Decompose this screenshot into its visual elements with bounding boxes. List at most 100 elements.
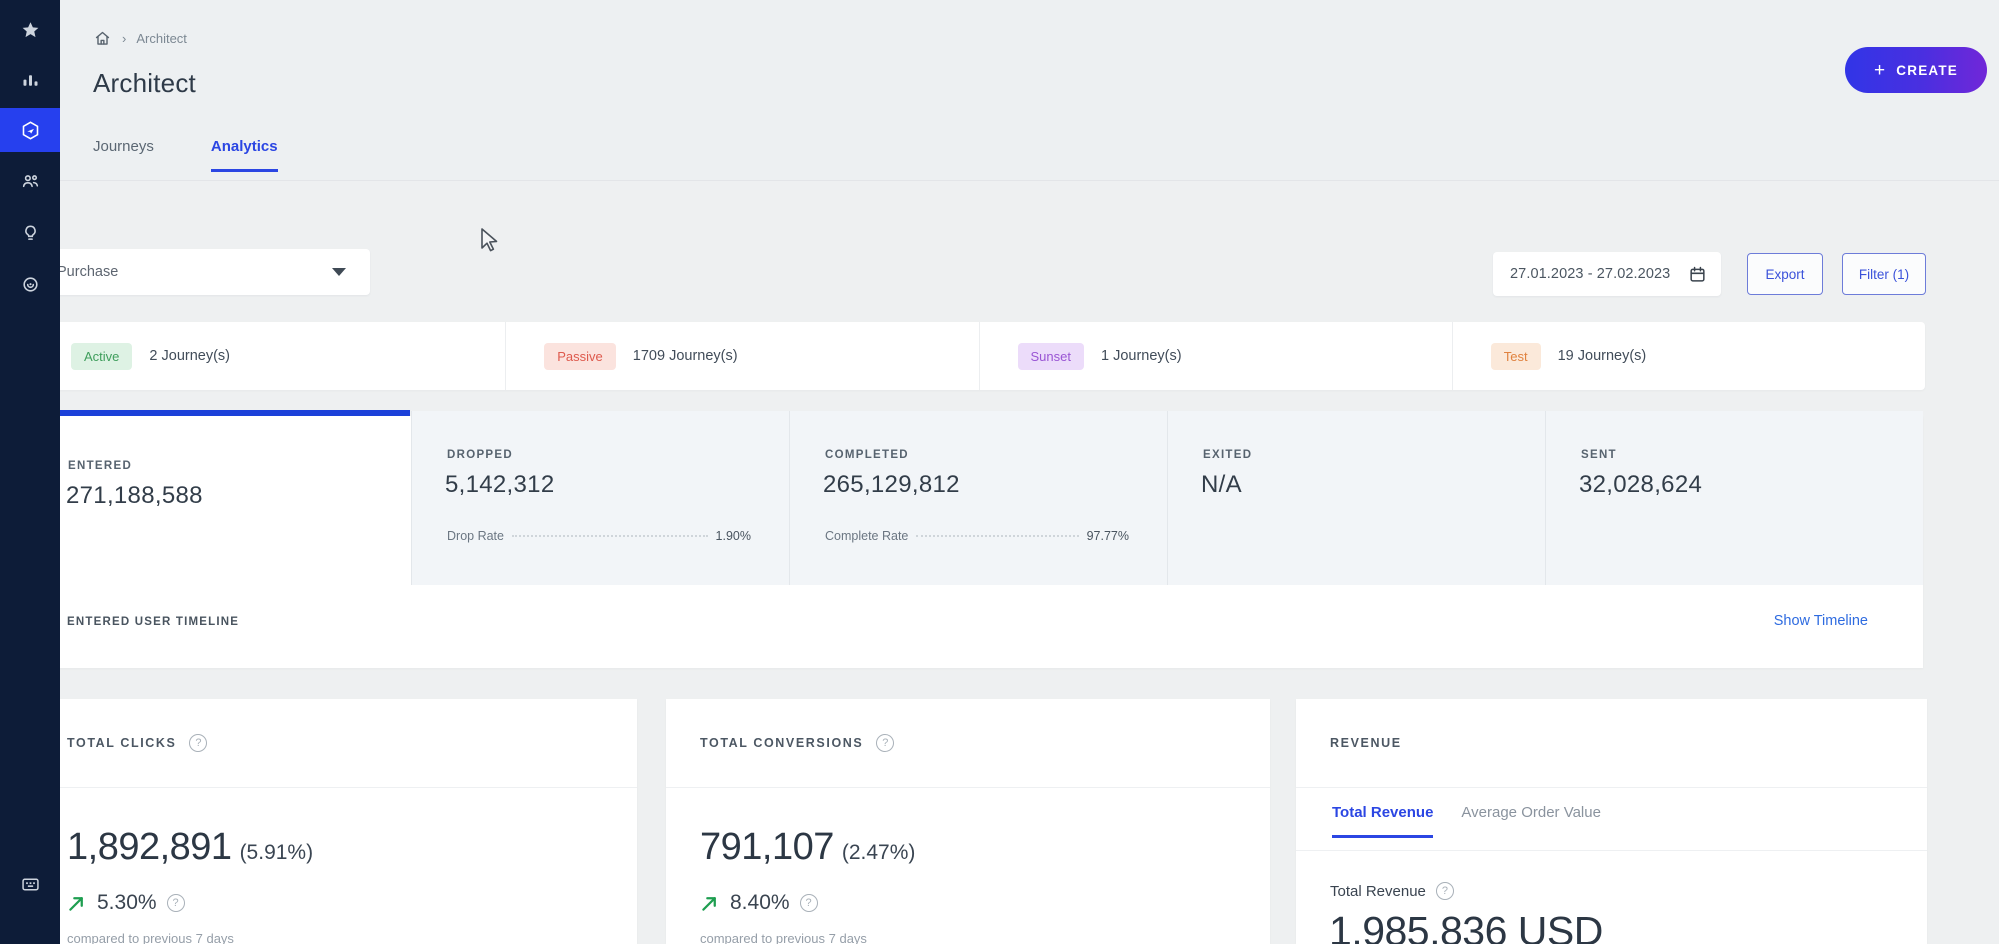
tab-total-revenue[interactable]: Total Revenue xyxy=(1332,804,1434,838)
help-icon[interactable]: ? xyxy=(799,894,818,912)
sidebar-item-apps[interactable] xyxy=(0,862,60,906)
apps-grid-icon xyxy=(21,878,39,890)
journey-count: 19 Journey(s) xyxy=(1557,348,1647,364)
journey-status-test: Test 19 Journey(s) xyxy=(1453,322,1925,390)
users-icon xyxy=(22,174,38,187)
journey-status-summary: Active 2 Journey(s) Passive 1709 Journey… xyxy=(33,322,1925,390)
home-icon[interactable] xyxy=(93,29,112,48)
revenue-metric-label: Total Revenue ? xyxy=(1330,882,1454,900)
sidebar-item-favorites[interactable] xyxy=(0,8,60,52)
tab-analytics[interactable]: Analytics xyxy=(210,138,278,172)
total-conversions-card: TOTAL CONVERSIONS ? 791,107 (2.47%) 8.40… xyxy=(666,699,1270,944)
stat-tab-sent[interactable]: SENT 32,028,624 xyxy=(1545,411,1923,585)
create-button-label: CREATE xyxy=(1896,62,1958,78)
stat-label: COMPLETED xyxy=(825,449,909,461)
dotted-leader xyxy=(916,535,1079,537)
metric-value: 1,892,891 xyxy=(67,826,232,868)
card-header: TOTAL CONVERSIONS ? xyxy=(666,699,1270,788)
status-badge: Sunset xyxy=(1017,342,1084,370)
goal-select-value: Purchase xyxy=(57,264,119,280)
metric-value: 791,107 xyxy=(700,826,834,868)
stat-value: 32,028,624 xyxy=(1579,471,1703,498)
journeys-hexagon-icon xyxy=(22,120,38,140)
lightbulb-icon xyxy=(24,225,36,240)
delta-value: 8.40% xyxy=(730,891,790,914)
revenue-metric-label-text: Total Revenue xyxy=(1330,882,1426,900)
journey-count: 2 Journey(s) xyxy=(149,348,230,364)
entered-user-timeline-title: ENTERED USER TIMELINE xyxy=(67,616,240,628)
page-tabs: Journeys Analytics xyxy=(93,138,278,172)
divider xyxy=(1296,850,1927,851)
help-icon[interactable]: ? xyxy=(189,734,208,752)
revenue-metric-value: 1,985,836 USD xyxy=(1329,908,1603,944)
calendar-icon xyxy=(1690,266,1705,282)
delta-row: 5.30% ? xyxy=(66,891,185,915)
mouse-cursor xyxy=(481,228,498,252)
stat-tab-dropped[interactable]: DROPPED 5,142,312 Drop Rate 1.90% xyxy=(411,411,789,585)
date-range-value: 27.01.2023 - 27.02.2023 xyxy=(1510,266,1671,282)
vision-eye-icon xyxy=(22,276,38,292)
rate-value: 1.90% xyxy=(715,529,751,543)
metric-share: (5.91%) xyxy=(239,841,314,864)
delta-row: 8.40% ? xyxy=(699,891,818,915)
star-icon xyxy=(22,21,38,37)
create-button[interactable]: + CREATE xyxy=(1845,47,1987,93)
dotted-leader xyxy=(511,535,708,537)
sidebar-item-architect[interactable] xyxy=(0,108,60,152)
revenue-card: REVENUE Total Revenue Average Order Valu… xyxy=(1296,699,1927,944)
delta-value: 5.30% xyxy=(97,891,157,914)
metric-value-row: 791,107 (2.47%) xyxy=(700,826,915,869)
sidebar-item-vision[interactable] xyxy=(0,262,60,306)
metric-share: (2.47%) xyxy=(841,841,916,864)
rate-label: Drop Rate xyxy=(447,529,504,543)
stat-value: 265,129,812 xyxy=(823,471,960,498)
stat-tab-entered[interactable]: ENTERED 271,188,588 xyxy=(33,410,410,668)
revenue-tabs: Total Revenue Average Order Value xyxy=(1332,804,1601,838)
breadcrumb: › Architect xyxy=(93,29,187,48)
stat-value: 5,142,312 xyxy=(445,471,555,498)
card-header: REVENUE xyxy=(1296,699,1927,788)
journey-status-passive: Passive 1709 Journey(s) xyxy=(506,322,980,390)
complete-rate-row: Complete Rate 97.77% xyxy=(825,529,1129,543)
bar-chart-icon xyxy=(23,74,37,86)
sidebar-item-ideas[interactable] xyxy=(0,211,60,255)
funnel-stats-panel: ENTERED 271,188,588 DROPPED 5,142,312 Dr… xyxy=(33,410,1923,668)
page-header: › Architect Architect Journeys Analytics… xyxy=(60,0,1999,181)
total-clicks-card: TOTAL CLICKS ? 1,892,891 (5.91%) 5.30% ?… xyxy=(33,699,637,944)
architect-analytics-screen: › Architect Architect Journeys Analytics… xyxy=(0,0,1999,944)
export-button[interactable]: Export xyxy=(1747,253,1823,295)
help-icon[interactable]: ? xyxy=(166,894,185,912)
drop-rate-row: Drop Rate 1.90% xyxy=(447,529,751,543)
page-title: Architect xyxy=(93,68,196,98)
status-badge: Passive xyxy=(544,342,616,370)
journey-status-active: Active 2 Journey(s) xyxy=(33,322,507,390)
stat-tab-exited[interactable]: EXITED N/A xyxy=(1167,411,1545,585)
status-badge: Active xyxy=(71,342,133,370)
trend-up-icon xyxy=(69,896,83,911)
breadcrumb-current: Architect xyxy=(136,31,187,46)
stat-label: EXITED xyxy=(1203,449,1253,461)
sidebar-item-audience[interactable] xyxy=(0,159,60,203)
help-icon[interactable]: ? xyxy=(1435,882,1454,900)
goal-select[interactable]: Purchase xyxy=(33,249,370,295)
journey-status-sunset: Sunset 1 Journey(s) xyxy=(980,322,1453,390)
card-title: TOTAL CONVERSIONS xyxy=(700,736,864,750)
show-timeline-link[interactable]: Show Timeline xyxy=(1774,613,1868,629)
chevron-right-icon: › xyxy=(122,31,127,46)
filter-button[interactable]: Filter (1) xyxy=(1842,253,1926,295)
tab-average-order-value[interactable]: Average Order Value xyxy=(1461,804,1601,838)
journey-count: 1709 Journey(s) xyxy=(632,348,738,364)
card-title: TOTAL CLICKS xyxy=(67,736,177,750)
date-range-picker[interactable]: 27.01.2023 - 27.02.2023 xyxy=(1493,252,1721,296)
sidebar-item-analytics[interactable] xyxy=(0,58,60,102)
delta-note: compared to previous 7 days xyxy=(700,931,867,944)
trend-up-icon xyxy=(702,896,716,911)
journey-count: 1 Journey(s) xyxy=(1100,348,1182,364)
delta-note: compared to previous 7 days xyxy=(67,931,234,944)
stat-tab-completed[interactable]: COMPLETED 265,129,812 Complete Rate 97.7… xyxy=(789,411,1167,585)
stat-label: DROPPED xyxy=(447,449,513,461)
help-icon[interactable]: ? xyxy=(876,734,895,752)
tab-journeys[interactable]: Journeys xyxy=(93,138,154,172)
sidebar xyxy=(0,0,60,944)
metric-value-row: 1,892,891 (5.91%) xyxy=(67,826,313,869)
